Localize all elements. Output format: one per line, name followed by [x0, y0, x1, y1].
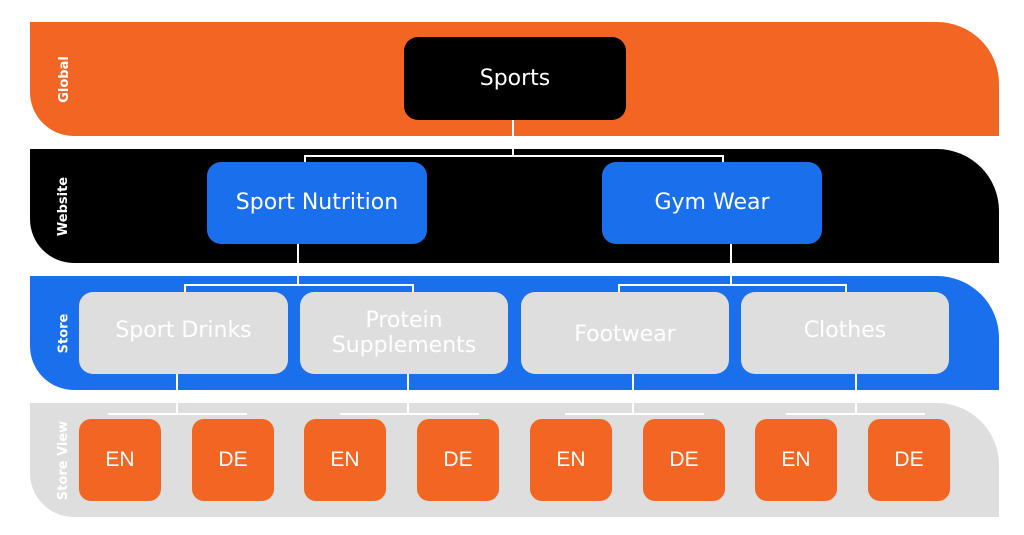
node-label: Gym Wear: [654, 190, 770, 216]
website-level-label: Website: [56, 176, 72, 236]
website-node-sport-nutrition[interactable]: Sport Nutrition: [207, 162, 427, 244]
node-label: Sport Nutrition: [235, 190, 399, 216]
node-label: DE: [669, 447, 699, 471]
connector-protein-down: [407, 374, 409, 414]
website-node-gym-wear[interactable]: Gym Wear: [602, 162, 822, 244]
node-label: Clothes: [803, 318, 887, 344]
connector-footwear-down: [632, 374, 634, 414]
website-level-band: Website: [30, 149, 999, 263]
store-node-sport-drinks[interactable]: Sport Drinks: [79, 292, 288, 374]
node-label: EN: [781, 447, 811, 471]
store-view-level-band: Store View: [30, 403, 999, 517]
node-label: Footwear: [574, 322, 676, 348]
connector-sports-down: [512, 120, 514, 157]
store-view-node-footwear-de[interactable]: DE: [643, 419, 725, 501]
store-view-node-clothes-de[interactable]: DE: [868, 419, 950, 501]
node-label: EN: [105, 447, 135, 471]
store-view-node-clothes-en[interactable]: EN: [755, 419, 837, 501]
node-label: DE: [894, 447, 924, 471]
node-label: DE: [443, 447, 473, 471]
connector-protein-views: [340, 413, 479, 415]
store-node-footwear[interactable]: Footwear: [521, 292, 729, 374]
store-node-protein-supplements[interactable]: Protein Supplements: [300, 292, 508, 374]
connector-sport-drinks-views: [108, 413, 247, 415]
node-label: EN: [330, 447, 360, 471]
connector-sport-drinks-down: [176, 374, 178, 414]
node-label: Protein Supplements: [331, 307, 477, 358]
connector-sport-nutrition-down: [297, 244, 299, 286]
connector-websites-horizontal: [304, 155, 724, 157]
store-view-node-protein-de[interactable]: DE: [417, 419, 499, 501]
connector-clothes-down: [855, 374, 857, 414]
connector-nutrition-stores-horizontal: [184, 284, 414, 286]
store-view-node-protein-en[interactable]: EN: [304, 419, 386, 501]
node-label: Sports: [479, 65, 551, 91]
global-node-sports[interactable]: Sports: [404, 37, 626, 120]
store-view-node-footwear-en[interactable]: EN: [530, 419, 612, 501]
connector-clothes-views: [786, 413, 925, 415]
node-label: EN: [556, 447, 586, 471]
node-label: DE: [218, 447, 248, 471]
store-view-node-sport-drinks-de[interactable]: DE: [192, 419, 274, 501]
global-level-label: Global: [56, 55, 72, 103]
store-node-clothes[interactable]: Clothes: [741, 292, 949, 374]
node-label: Sport Drinks: [115, 318, 252, 344]
connector-gymwear-stores-horizontal: [618, 284, 847, 286]
store-view-node-sport-drinks-en[interactable]: EN: [79, 419, 161, 501]
connector-gym-wear-down: [730, 244, 732, 286]
connector-footwear-views: [565, 413, 704, 415]
